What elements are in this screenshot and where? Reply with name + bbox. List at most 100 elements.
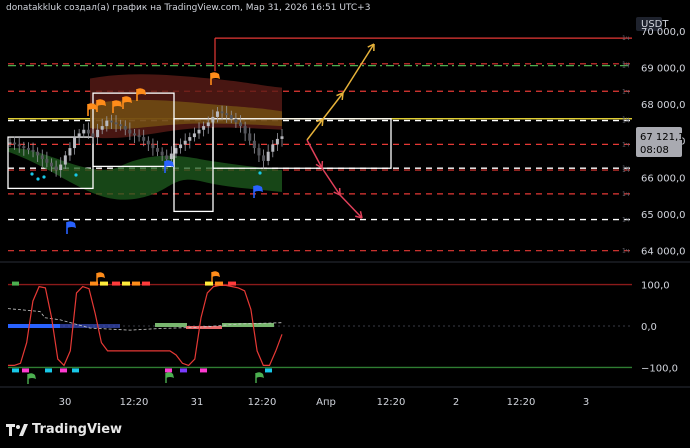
osc-strip-marker [12,281,19,286]
candle-body [206,122,210,127]
projection-segment [342,43,375,94]
candle-body [202,126,206,130]
price-tick-label: 64 000,0 [641,247,686,258]
time-tick-label: 12:20 [248,397,277,408]
candle-body [151,144,155,149]
osc-strip-marker [205,281,213,286]
candle-body [275,138,279,145]
candle-body [109,120,113,123]
candle-body [266,151,270,161]
projection-arrows [306,43,375,219]
candle-body [169,153,173,160]
candle-body [63,155,67,165]
candle-body [197,129,201,134]
projection-segment [339,194,363,219]
candle-body [128,129,132,134]
candle-body [160,151,164,156]
tradingview-logo-icon [6,423,28,436]
price-tick-label: 68 000,0 [641,100,686,111]
candle-body [105,120,109,127]
osc-strip-marker [45,368,52,373]
candle-body [114,122,118,125]
projection-segment [306,118,324,141]
osc-flag-cloth [28,373,36,379]
candle-body [82,129,86,134]
candle-body [17,144,21,147]
candle-body [280,136,284,139]
osc-tick-label: 0,0 [641,322,657,333]
candle-body [192,133,196,138]
projection-segment [322,92,344,120]
signal-dot [258,171,262,175]
osc-flag-cloth [256,372,264,378]
candle-body [73,137,77,149]
osc-tick-label: −100,0 [641,363,678,374]
osc-flag [27,373,36,384]
candle-body [243,126,247,134]
buy-flag [253,185,263,198]
osc-strip-marker [22,368,29,373]
signal-dot [36,177,40,181]
candle-body [91,133,95,138]
candle-body [26,148,30,150]
candle-body [59,164,63,171]
signal-dot [74,173,78,177]
osc-strip-marker [228,281,236,286]
candle-body [248,133,252,141]
candle-body [183,140,187,145]
time-axis: 30 12:20 31 12:20 Апр 12:20 2 12:20 3 [59,397,590,408]
level-line-tag: 1ч [622,63,629,70]
candle-body [86,129,90,134]
candle-body [22,146,26,149]
osc-hist-green [155,323,187,327]
candle-body [234,118,238,123]
osc-strip-marker [215,281,223,286]
osc-strip-marker [112,281,120,286]
tradingview-brand: TradingView [32,422,123,437]
signal-dot [42,175,46,179]
osc-flag-cloth [166,372,174,378]
candle-body [119,124,123,127]
tradingview-logo[interactable]: TradingView [6,422,122,437]
candle-body [262,155,266,161]
level-line-tag: 1ч [622,217,629,224]
candle-body [40,155,44,160]
osc-strip-marker [60,368,67,373]
candle-body [45,159,49,163]
projection-segment [321,167,341,196]
candle-body [68,148,72,156]
sell-flag-cloth [211,72,220,79]
osc-strip-marker [200,368,207,373]
buy-flag [66,221,76,234]
oscillator-pane [7,271,632,384]
osc-strip-marker [132,281,140,286]
candle-body [257,148,261,156]
osc-flag [165,372,174,383]
candle-body [142,137,146,141]
level-line-tag: 1ч [622,141,629,148]
osc-hist-blue [60,324,120,328]
signal-dot [30,172,34,176]
footer: TradingView [0,414,690,448]
osc-strip-marker [72,368,79,373]
price-tick-label: 69 000,0 [641,63,686,74]
lower-band [8,147,282,200]
candle-body [54,166,58,171]
countdown-label: 08:08 [640,145,669,156]
candle-body [146,140,150,145]
osc-flag [255,372,264,383]
candle-body [165,155,169,160]
level-line-tag: 1ч [622,248,629,255]
time-tick-label: 31 [191,397,204,408]
candle-body [49,162,53,167]
candle-body [156,148,160,152]
candle-body [174,148,178,154]
level-line-tag: 1ч [622,88,629,95]
osc-strip-marker [142,281,150,286]
buy-flag-cloth [67,221,76,228]
osc-strip-marker [165,368,172,373]
chart-canvas[interactable]: 1ч1ч1ч1ч1ч1ч1ч1ч1ч1ч1ч1ч USDT70 000,069 … [0,0,690,414]
price-axis: USDT70 000,069 000,068 000,067 000,066 0… [636,17,686,374]
osc-flag [96,272,105,283]
last-price-label: 67 121,1 [640,132,685,143]
